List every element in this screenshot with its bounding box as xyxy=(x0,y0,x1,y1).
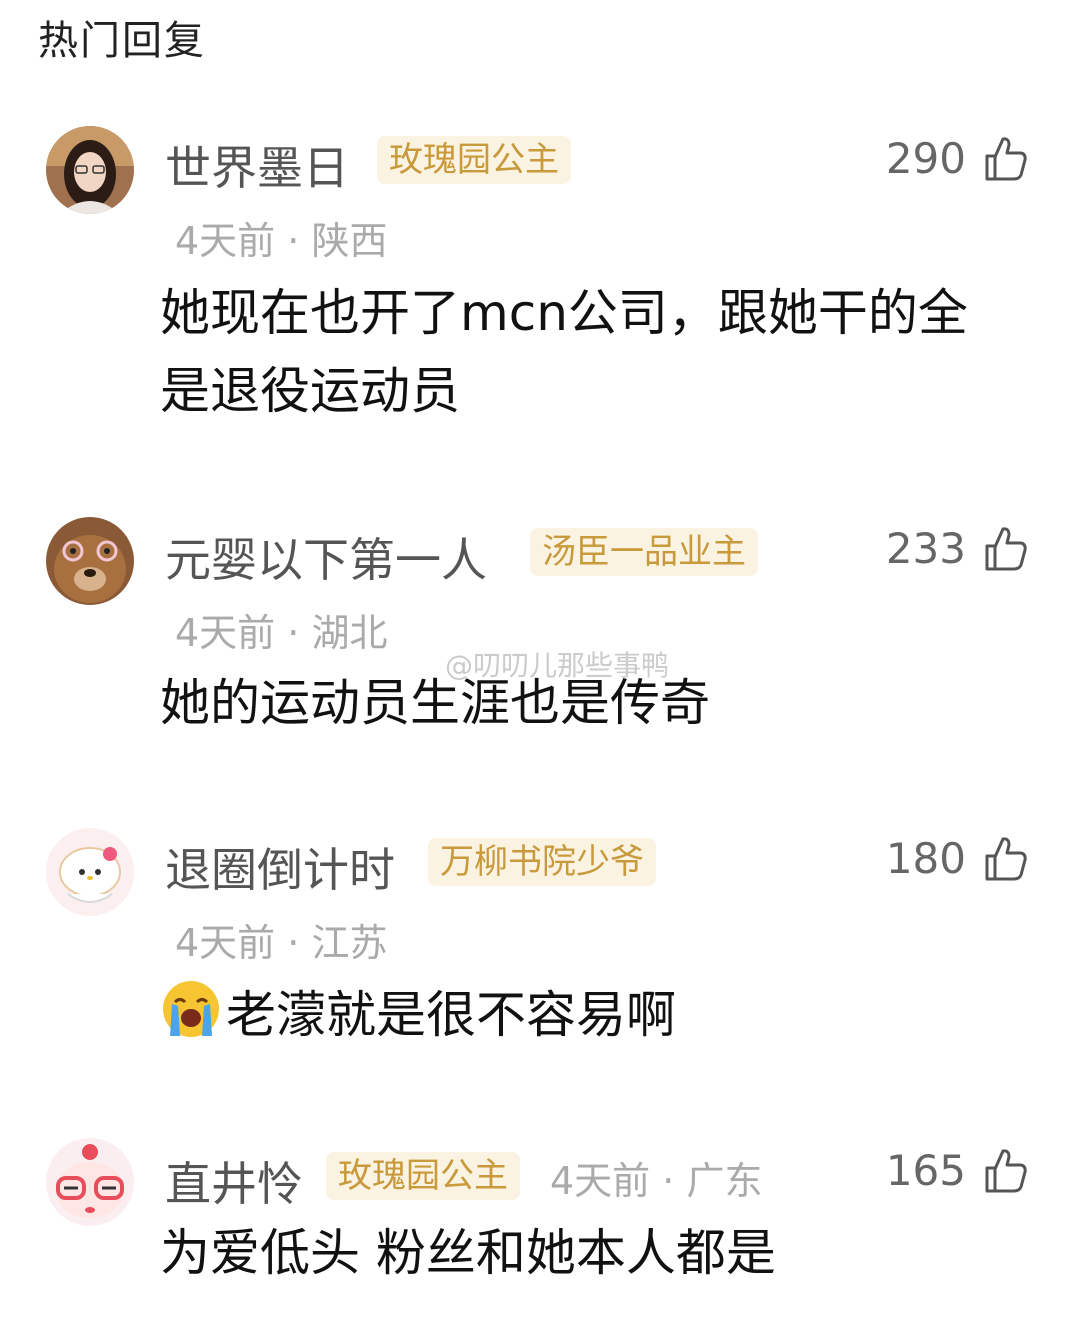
meta-separator: · xyxy=(662,1159,675,1203)
meta-separator: · xyxy=(287,611,300,655)
avatar[interactable] xyxy=(46,828,134,916)
thumbs-up-icon xyxy=(985,136,1027,180)
cartoon-glasses-avatar-icon xyxy=(46,1138,134,1226)
comment-time: 4天前 xyxy=(550,1159,651,1203)
like-count: 233 xyxy=(885,524,966,573)
comment-time: 4天前 xyxy=(175,611,276,655)
avatar[interactable] xyxy=(46,517,134,605)
comment-text-line: 为爱低头 粉丝和她本人都是 xyxy=(160,1224,776,1282)
comment-location: 江苏 xyxy=(311,921,388,965)
user-badge: 万柳书院少爷 xyxy=(428,838,656,886)
thumbs-up-icon xyxy=(985,526,1027,570)
comment-location: 湖北 xyxy=(311,611,388,655)
thumbs-up-icon xyxy=(985,836,1027,880)
like-button[interactable]: 180 xyxy=(886,834,1028,883)
comment-time: 4天前 xyxy=(175,219,276,263)
meta-separator: · xyxy=(287,219,300,263)
comment-text: 为爱低头 粉丝和她本人都是 xyxy=(160,1214,1040,1292)
like-button[interactable]: 233 xyxy=(886,524,1028,573)
comment-text-line: 是退役运动员 xyxy=(160,362,460,420)
user-badge: 玫瑰园公主 xyxy=(377,136,571,184)
meta-separator: · xyxy=(287,921,300,965)
comment-meta: 4天前 · 广东 xyxy=(550,1150,762,1205)
avatar[interactable] xyxy=(46,126,134,214)
section-title: 热门回复 xyxy=(38,18,206,64)
username[interactable]: 世界墨日 xyxy=(165,132,349,198)
like-button[interactable]: 165 xyxy=(886,1146,1028,1195)
watermark: @叨叨儿那些事鸭 xyxy=(445,649,670,682)
hello-kitty-avatar-icon xyxy=(46,828,134,916)
girl-photo-avatar-icon xyxy=(46,126,134,214)
comment-text-line: 她现在也开了mcn公司，跟她干的全 xyxy=(160,284,968,342)
comment-meta: 4天前 · 陕西 xyxy=(175,210,387,265)
like-count: 180 xyxy=(885,834,966,883)
comment-time: 4天前 xyxy=(175,921,276,965)
comment-text: 她现在也开了mcn公司，跟她干的全 是退役运动员 xyxy=(160,274,1040,430)
crying-face-emoji-icon xyxy=(160,978,222,1040)
comment-text: 老濛就是很不容易啊 xyxy=(160,976,1040,1054)
username[interactable]: 直井怜 xyxy=(165,1148,303,1214)
comment-location: 广东 xyxy=(686,1159,763,1203)
comment-meta: 4天前 · 湖北 xyxy=(175,602,387,657)
like-count: 290 xyxy=(885,134,966,183)
comment-location: 陕西 xyxy=(311,219,388,263)
user-badge: 玫瑰园公主 xyxy=(326,1152,520,1200)
username[interactable]: 退圈倒计时 xyxy=(165,834,395,900)
comment-meta: 4天前 · 江苏 xyxy=(175,912,387,967)
avatar[interactable] xyxy=(46,1138,134,1226)
dog-with-glasses-avatar-icon xyxy=(46,517,134,605)
comment-text-line: 老濛就是很不容易啊 xyxy=(226,986,676,1044)
like-count: 165 xyxy=(885,1146,966,1195)
username[interactable]: 元婴以下第一人 xyxy=(165,524,487,590)
like-button[interactable]: 290 xyxy=(886,134,1028,183)
thumbs-up-icon xyxy=(985,1148,1027,1192)
user-badge: 汤臣一品业主 xyxy=(530,528,758,576)
